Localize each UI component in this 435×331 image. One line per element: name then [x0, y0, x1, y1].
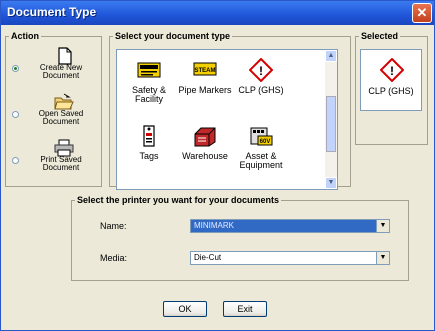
open-saved-radio[interactable]	[12, 111, 19, 118]
media-value: Die-Cut	[194, 253, 222, 262]
tile-label: Warehouse	[182, 151, 228, 161]
caution-sign-icon	[137, 62, 161, 78]
print-saved-label: Print Saved Document	[40, 155, 82, 172]
create-new-document-option[interactable]: Create New Document	[12, 47, 97, 87]
action-group: Action Create New Document Open Saved Do…	[5, 31, 102, 187]
selected-label: CLP (GHS)	[368, 86, 414, 96]
ghs-exclamation-icon: !	[249, 58, 273, 82]
warehouse-box-icon	[194, 127, 216, 147]
printer-group: Select the printer you want for your doc…	[71, 195, 409, 281]
close-button[interactable]: ✕	[412, 3, 432, 23]
scroll-up-button[interactable]: ▲	[325, 50, 337, 62]
open-saved-label: Open Saved Document	[38, 109, 84, 126]
ghs-exclamation-icon: !	[380, 58, 404, 82]
tag-icon	[143, 125, 155, 147]
media-label: Media:	[100, 253, 128, 263]
print-saved-radio[interactable]	[12, 157, 19, 164]
exit-button[interactable]: Exit	[223, 301, 267, 317]
document-type-dialog: Document Type ✕ Action Create New Docume…	[0, 0, 435, 331]
window-title: Document Type	[7, 5, 97, 19]
selected-document-preview: ! CLP (GHS)	[360, 49, 422, 111]
action-legend: Action	[11, 31, 39, 41]
tile-warehouse[interactable]: Warehouse	[177, 122, 233, 182]
print-saved-document-option[interactable]: Print Saved Document	[12, 139, 97, 179]
title-bar[interactable]: Document Type ✕	[1, 1, 434, 25]
dialog-body: Action Create New Document Open Saved Do…	[5, 29, 430, 327]
scroll-down-button[interactable]: ▼	[325, 177, 337, 189]
document-type-list[interactable]: Safety & Facility STEAM Pipe Markers ! C…	[116, 49, 338, 190]
tile-label: Pipe Markers	[178, 85, 232, 95]
tile-pipe-markers[interactable]: STEAM Pipe Markers	[177, 56, 233, 116]
svg-text:!: !	[259, 64, 263, 78]
tile-tags[interactable]: Tags	[121, 122, 177, 182]
tile-safety-facility[interactable]: Safety & Facility	[121, 56, 177, 116]
svg-text:!: !	[390, 64, 394, 78]
document-type-legend: Select your document type	[115, 31, 231, 41]
printer-name-value: MINIMARK	[194, 221, 234, 230]
tile-label: CLP (GHS)	[238, 85, 284, 95]
scroll-thumb[interactable]	[326, 96, 336, 152]
steam-pipe-marker-icon: STEAM	[193, 62, 217, 76]
chevron-down-icon[interactable]: ▼	[376, 252, 389, 264]
svg-text:60V: 60V	[260, 139, 271, 145]
chevron-down-icon[interactable]: ▼	[376, 220, 389, 232]
tile-label: Tags	[139, 151, 159, 161]
create-new-radio[interactable]	[12, 65, 19, 72]
equipment-icon: 60V	[250, 127, 273, 146]
ok-button[interactable]: OK	[163, 301, 207, 317]
tile-asset-equipment[interactable]: 60V Asset & Equipment	[233, 122, 289, 182]
selected-group: Selected ! CLP (GHS)	[355, 31, 428, 145]
tile-label: Safety & Facility	[131, 85, 167, 104]
svg-text:STEAM: STEAM	[195, 68, 216, 74]
create-new-label: Create New Document	[39, 63, 83, 80]
document-list-scrollbar[interactable]: ▲ ▼	[325, 50, 337, 189]
printer-name-label: Name:	[100, 221, 127, 231]
selected-legend: Selected	[361, 31, 399, 41]
tile-label: Asset & Equipment	[239, 151, 283, 170]
tile-clp-ghs[interactable]: ! CLP (GHS)	[233, 56, 289, 116]
media-dropdown[interactable]: Die-Cut ▼	[190, 251, 390, 265]
open-saved-document-option[interactable]: Open Saved Document	[12, 93, 97, 133]
printer-legend: Select the printer you want for your doc…	[77, 195, 280, 205]
document-type-group: Select your document type Safety & Facil…	[109, 31, 351, 190]
printer-name-dropdown[interactable]: MINIMARK ▼	[190, 219, 390, 233]
